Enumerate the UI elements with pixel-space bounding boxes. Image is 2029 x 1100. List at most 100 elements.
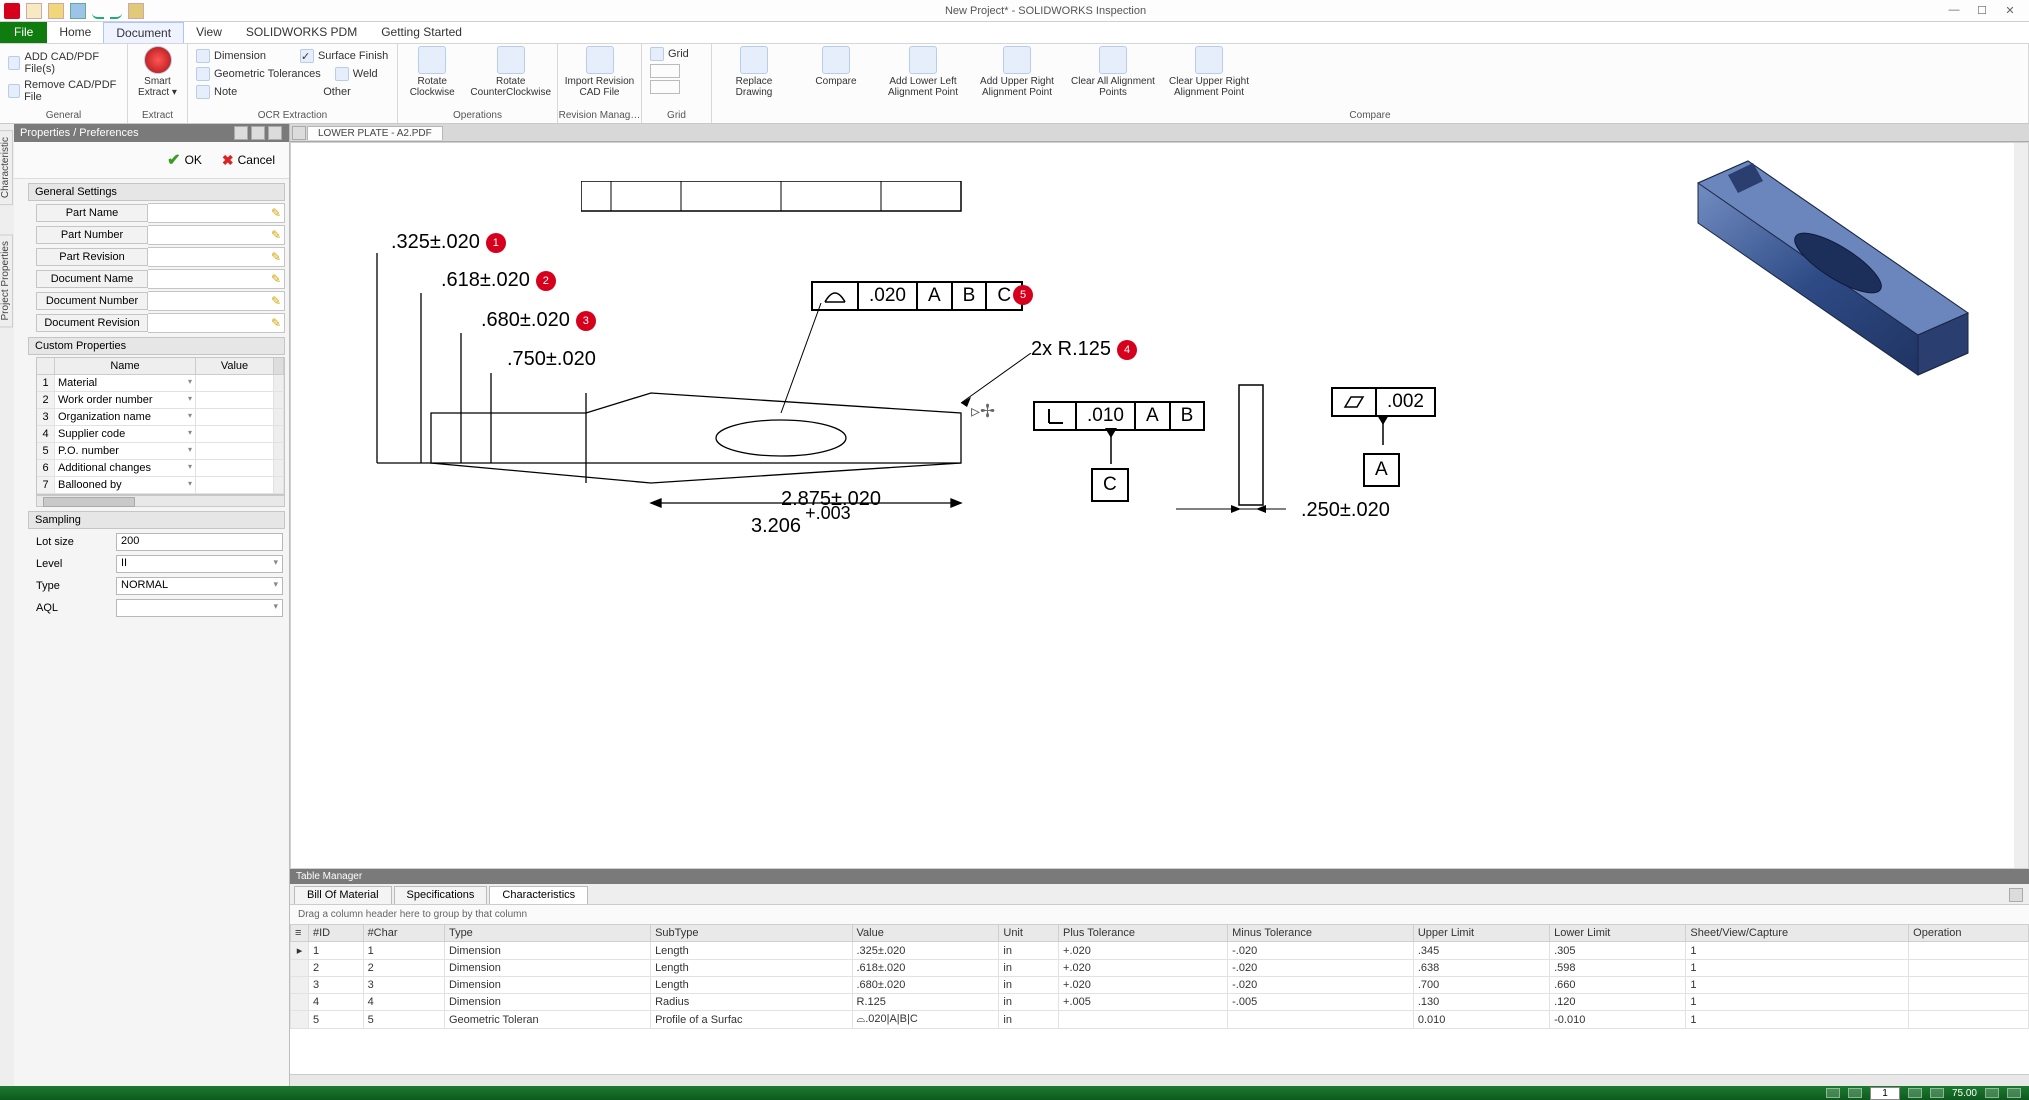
tm-row[interactable]: ▸ 11DimensionLength .325±.020in+.020-.02… [291,942,2029,960]
close-button[interactable]: ✕ [2003,4,2017,17]
clear-ur-point-button[interactable]: Clear Upper Right Alignment Point [1166,46,1252,98]
surface-finish-button[interactable]: ✓Surface Finish [298,48,390,64]
tm-col[interactable]: SubType [651,925,852,942]
sb-zoom-fit[interactable] [1985,1088,1999,1098]
menu-home[interactable]: Home [47,22,103,43]
tm-row[interactable]: 22DimensionLength .618±.020in+.020-.020 … [291,960,2029,977]
type-combo[interactable]: NORMAL [116,577,283,595]
tm-col[interactable]: #ID [309,925,364,942]
redo-icon[interactable] [110,3,122,19]
note-button[interactable]: Note [194,84,239,100]
menu-bar: File Home Document View SOLIDWORKS PDM G… [0,22,2029,44]
panel-close[interactable] [268,126,282,140]
geometric-tol-button[interactable]: Geometric Tolerances [194,66,323,82]
characteristics-grid[interactable]: ≡#ID#CharTypeSubTypeValueUnitPlus Tolera… [290,924,2029,1029]
canvas-vscroll[interactable] [2014,143,2028,868]
aql-combo[interactable] [116,599,283,617]
minimize-button[interactable]: — [1947,4,1961,17]
ok-button[interactable]: ✔OK [167,150,202,170]
clear-points-button[interactable]: Clear All Alignment Points [1070,46,1156,98]
remove-cad-pdf-button[interactable]: Remove CAD/PDF File [6,78,121,104]
doc-tab-prev[interactable] [292,126,306,140]
tm-col[interactable]: Plus Tolerance [1059,925,1228,942]
tm-col[interactable]: Operation [1909,925,2029,942]
tab-specs[interactable]: Specifications [394,886,488,904]
menu-getting-started[interactable]: Getting Started [369,22,474,43]
custom-prop-row[interactable]: 2Work order number [37,392,284,409]
menu-document[interactable]: Document [103,22,184,43]
menu-file[interactable]: File [0,22,47,43]
prop-value[interactable]: ✎ [148,291,285,311]
sb-last[interactable] [1930,1088,1944,1098]
import-revision-button[interactable]: Import Revision CAD File [564,46,635,98]
add-cad-pdf-button[interactable]: ADD CAD/PDF File(s) [6,50,121,76]
panel-menu[interactable] [251,126,265,140]
menu-view[interactable]: View [184,22,234,43]
dimension-button[interactable]: Dimension [194,48,268,64]
ct-scroll[interactable] [274,358,284,374]
tm-col[interactable]: Lower Limit [1550,925,1686,942]
tm-col[interactable]: Sheet/View/Capture [1686,925,1909,942]
rotate-cw-button[interactable]: Rotate Clockwise [404,46,460,98]
prop-value[interactable]: ✎ [148,203,285,223]
sb-refresh[interactable] [2007,1088,2021,1098]
level-combo[interactable]: II [116,555,283,573]
custom-prop-row[interactable]: 3Organization name [37,409,284,426]
add-ll-point-button[interactable]: Add Lower Left Alignment Point [882,46,964,98]
grid-combo2[interactable] [650,80,680,94]
smart-extract-button[interactable]: Smart Extract ▾ [134,46,181,98]
tm-col[interactable]: Upper Limit [1413,925,1549,942]
prop-value[interactable]: ✎ [148,247,285,267]
custom-props-hscroll[interactable] [36,495,285,507]
lot-size-input[interactable]: 200 [116,533,283,551]
custom-prop-row[interactable]: 4Supplier code [37,426,284,443]
custom-prop-row[interactable]: 6Additional changes [37,460,284,477]
custom-prop-row[interactable]: 7Ballooned by [37,477,284,494]
sb-prev[interactable] [1848,1088,1862,1098]
tab-characteristics[interactable]: Characteristics [489,886,588,904]
tm-col[interactable]: Unit [999,925,1059,942]
prop-value[interactable]: ✎ [148,269,285,289]
compare-button[interactable]: Compare [800,46,872,87]
group-hint[interactable]: Drag a column header here to group by th… [290,905,2029,924]
custom-prop-row[interactable]: 1Material [37,375,284,392]
grid-icon [650,47,664,61]
tm-col[interactable]: Value [852,925,999,942]
vtab-project-properties[interactable]: Project Properties [0,234,13,327]
tm-row[interactable]: 33DimensionLength .680±.020in+.020-.020 … [291,977,2029,994]
tm-col[interactable]: #Char [363,925,444,942]
weld-button[interactable]: Weld [333,66,380,82]
tm-col[interactable]: Type [444,925,650,942]
panel-pin[interactable] [234,126,248,140]
open-icon[interactable] [48,3,64,19]
grid-combo[interactable] [650,64,680,78]
grid-toggle[interactable]: Grid [648,46,691,62]
tm-row[interactable]: 55Geometric ToleranProfile of a Surfac ⌓… [291,1011,2029,1029]
undo-icon[interactable] [92,3,104,19]
tm-row[interactable]: 44DimensionRadius R.125in+.005-.005 .130… [291,994,2029,1011]
menu-pdm[interactable]: SOLIDWORKS PDM [234,22,369,43]
save-icon[interactable] [70,3,86,19]
add-ur-point-button[interactable]: Add Upper Right Alignment Point [974,46,1060,98]
tm-config-button[interactable] [2009,888,2023,902]
tm-hscroll[interactable] [290,1074,2029,1086]
tm-rowselector[interactable]: ≡ [291,925,309,942]
doc-tab-active[interactable]: LOWER PLATE - A2.PDF [307,126,443,140]
tm-col[interactable]: Minus Tolerance [1228,925,1414,942]
new-icon[interactable] [26,3,42,19]
cancel-button[interactable]: ✖Cancel [222,150,275,170]
sb-page[interactable]: 1 [1870,1087,1900,1100]
replace-drawing-button[interactable]: Replace Drawing [718,46,790,98]
other-button[interactable]: Other [321,84,353,100]
drawing-canvas[interactable]: .325±.0201 .618±.0202 .680±.0203 .750±.0… [290,142,2029,869]
tab-bom[interactable]: Bill Of Material [294,886,392,904]
sb-next[interactable] [1908,1088,1922,1098]
vtab-characteristic[interactable]: Characteristic [0,130,13,205]
custom-prop-row[interactable]: 5P.O. number [37,443,284,460]
prop-value[interactable]: ✎ [148,313,285,333]
print-icon[interactable] [128,3,144,19]
sb-first[interactable] [1826,1088,1840,1098]
rotate-ccw-button[interactable]: Rotate CounterClockwise [470,46,551,98]
prop-value[interactable]: ✎ [148,225,285,245]
maximize-button[interactable]: ☐ [1975,4,1989,17]
